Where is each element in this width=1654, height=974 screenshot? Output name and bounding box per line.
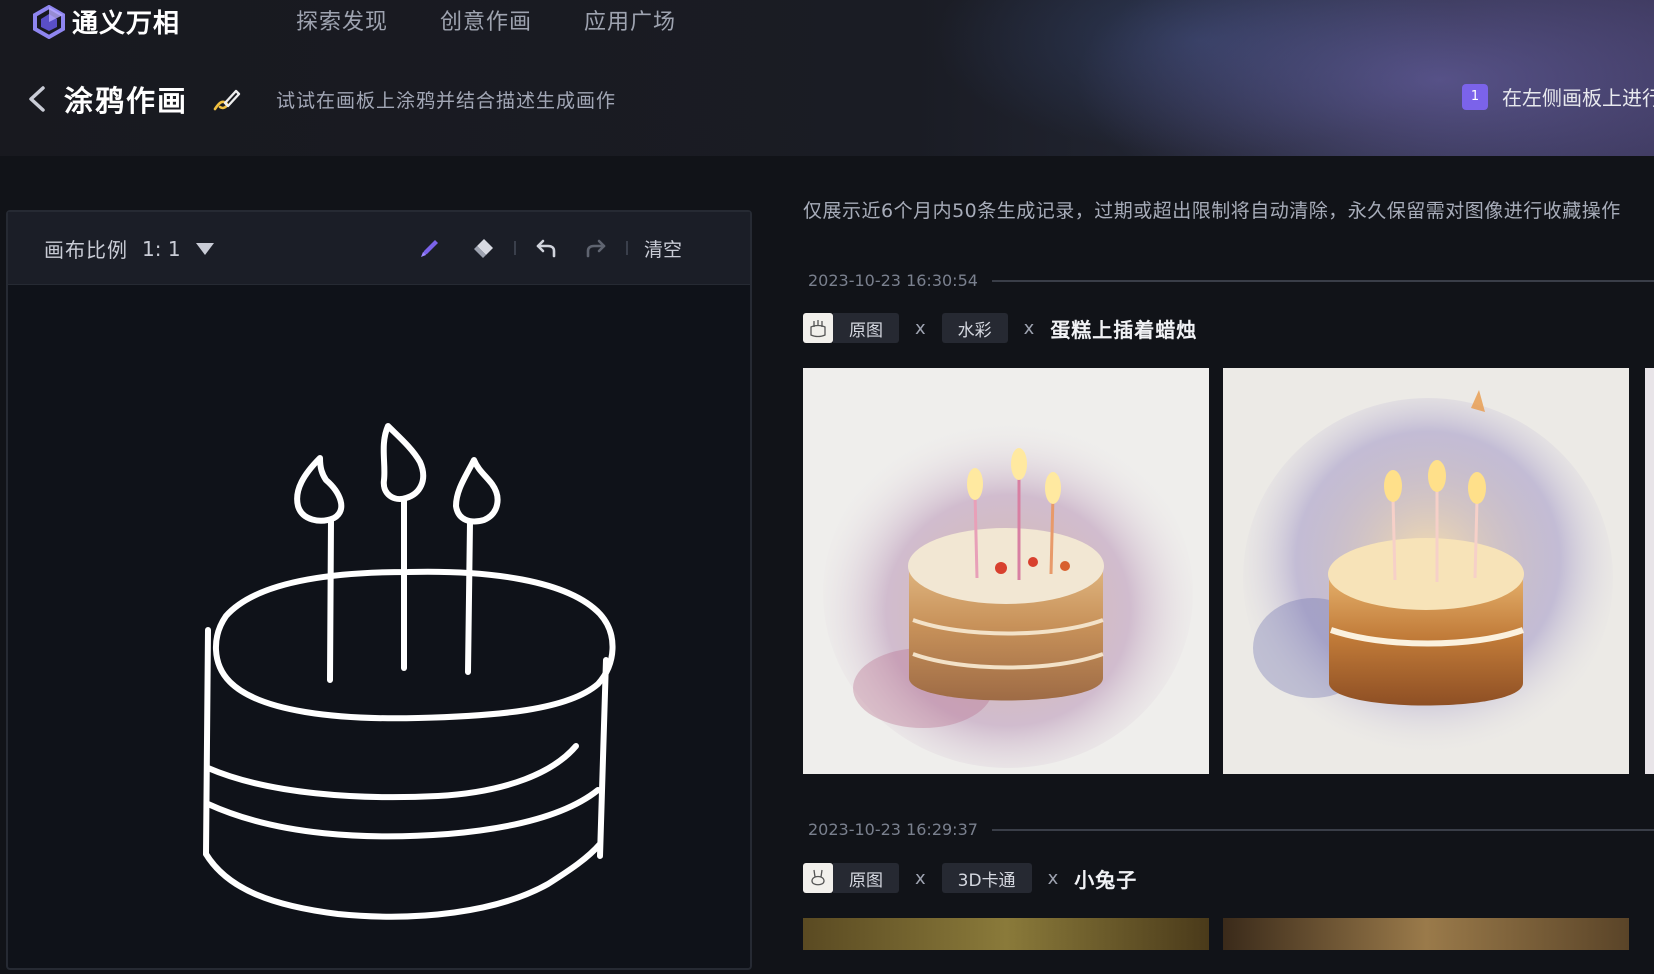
rabbit-sketch-icon bbox=[811, 869, 825, 886]
record-tags: 原图 x 3D卡通 x 小兔子 bbox=[803, 863, 1137, 893]
source-thumbnail[interactable] bbox=[803, 863, 833, 893]
page-subheader: 涂鸦作画 试试在画板上涂鸦并结合描述生成画作 bbox=[24, 78, 616, 120]
app-name: 通义万相 bbox=[72, 9, 181, 39]
times-sign: x bbox=[915, 867, 926, 889]
tag-original: 原图 bbox=[833, 313, 899, 343]
top-header: 通义万相 探索发现 创意作画 应用广场 涂鸦作画 试试在画板上涂鸦并结合描述生成… bbox=[0, 0, 1654, 156]
nav-item-explore[interactable]: 探索发现 bbox=[296, 4, 388, 36]
watercolor-cake-image bbox=[1243, 390, 1613, 758]
ratio-selector[interactable]: 画布比例 1: 1 bbox=[44, 234, 215, 263]
main-nav: 探索发现 创意作画 应用广场 bbox=[296, 4, 676, 36]
scribble-cake bbox=[203, 423, 616, 920]
step-hint: 1 在左侧画板上进行 bbox=[1462, 82, 1654, 111]
history-notice: 仅展示近6个月内50条生成记录，过期或超出限制将自动清除，永久保留需对图像进行收… bbox=[803, 200, 1621, 222]
eraser-icon bbox=[474, 239, 493, 258]
brush-button[interactable] bbox=[416, 234, 444, 262]
canvas-toolbar: 画布比例 1: 1 清空 bbox=[8, 212, 750, 285]
tag-style: 3D卡通 bbox=[941, 863, 1032, 893]
record-prompt: 小兔子 bbox=[1074, 867, 1138, 892]
divider-line bbox=[991, 279, 1654, 282]
back-icon[interactable] bbox=[24, 82, 50, 116]
logo-icon bbox=[33, 4, 65, 39]
page-subtitle: 试试在画板上涂鸦并结合描述生成画作 bbox=[276, 89, 617, 112]
generated-image[interactable] bbox=[803, 368, 1209, 774]
record-header: 2023-10-23 16:30:54 bbox=[808, 271, 1654, 290]
source-thumbnail[interactable] bbox=[803, 313, 833, 343]
redo-button[interactable] bbox=[582, 234, 610, 262]
ratio-value: 1: 1 bbox=[142, 236, 181, 261]
record-time: 2023-10-23 16:29:37 bbox=[808, 820, 978, 839]
ratio-label: 画布比例 bbox=[44, 238, 128, 262]
clear-button[interactable]: 清空 bbox=[644, 235, 682, 262]
watercolor-cake-image bbox=[823, 418, 1193, 768]
dropdown-icon[interactable] bbox=[195, 242, 215, 256]
undo-icon bbox=[536, 239, 556, 258]
redo-icon bbox=[586, 239, 606, 258]
pen-icon bbox=[213, 89, 241, 111]
drawing-panel: 画布比例 1: 1 清空 bbox=[6, 210, 752, 970]
tag-original: 原图 bbox=[833, 863, 899, 893]
generated-image[interactable] bbox=[803, 918, 1209, 950]
drawing-canvas[interactable] bbox=[8, 284, 750, 974]
eraser-button[interactable] bbox=[470, 234, 498, 262]
cake-sketch-icon bbox=[810, 320, 826, 338]
step-number-badge: 1 bbox=[1462, 83, 1488, 110]
record-tags: 原图 x 水彩 x 蛋糕上插着蜡烛 bbox=[803, 313, 1197, 343]
nav-item-apps[interactable]: 应用广场 bbox=[584, 4, 676, 36]
generated-image[interactable] bbox=[1223, 918, 1629, 950]
generated-image-partial[interactable] bbox=[1645, 368, 1654, 774]
step-hint-text: 在左侧画板上进行 bbox=[1502, 86, 1654, 110]
logo[interactable]: 通义万相 bbox=[32, 3, 180, 40]
brush-icon bbox=[421, 240, 438, 257]
record-time: 2023-10-23 16:30:54 bbox=[808, 271, 978, 290]
times-sign: x bbox=[915, 317, 926, 339]
generated-image[interactable] bbox=[1223, 368, 1629, 774]
tag-style: 水彩 bbox=[941, 313, 1008, 343]
record-prompt: 蛋糕上插着蜡烛 bbox=[1050, 317, 1198, 342]
nav-item-create[interactable]: 创意作画 bbox=[440, 4, 532, 36]
toolbar-divider bbox=[626, 241, 628, 255]
record-header: 2023-10-23 16:29:37 bbox=[808, 820, 1654, 839]
divider-line bbox=[991, 828, 1654, 831]
times-sign: x bbox=[1047, 867, 1059, 889]
times-sign: x bbox=[1023, 317, 1035, 339]
page-title: 涂鸦作画 bbox=[64, 84, 189, 118]
undo-button[interactable] bbox=[532, 234, 560, 262]
toolbar-divider bbox=[514, 241, 516, 255]
canvas-tools: 清空 bbox=[416, 230, 682, 266]
